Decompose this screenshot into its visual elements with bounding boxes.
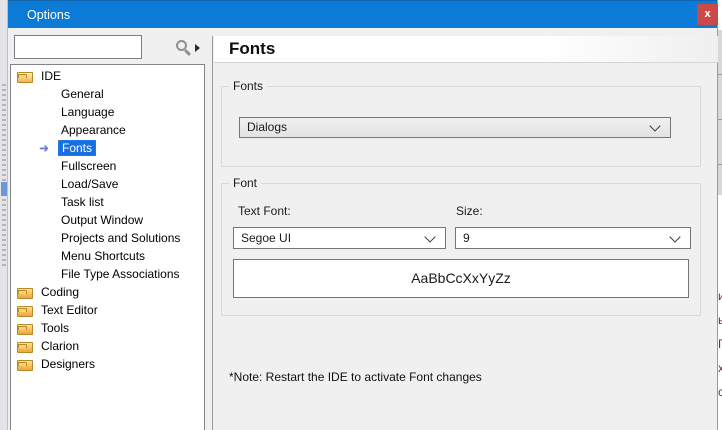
tree-item-label: Coding — [38, 284, 82, 300]
tree-item-label: Fullscreen — [58, 158, 119, 174]
panel-header: Fonts — [214, 36, 718, 63]
tree-item-label: Clarion — [38, 338, 82, 354]
font-groupbox-legend: Font — [229, 176, 261, 190]
tree-row[interactable]: Load/Save — [11, 175, 204, 193]
size-label: Size: — [456, 204, 483, 218]
folder-icon — [17, 360, 33, 371]
search-options-arrow-icon — [195, 44, 200, 52]
background-right-grid — [718, 30, 722, 195]
fonts-groupbox-legend: Fonts — [229, 79, 267, 93]
tree-row[interactable]: Designers — [11, 355, 204, 373]
folder-open-icon — [17, 72, 33, 83]
settings-panel: Fonts Fonts Dialogs Font Text Font: Size… — [212, 36, 718, 430]
background-window-right-sliver: и ь Г х с — [718, 0, 722, 430]
tree-row[interactable]: IDE — [11, 67, 204, 85]
chevron-down-icon — [669, 231, 680, 242]
tree-indent-spacer — [37, 267, 53, 281]
page-title: Fonts — [229, 39, 275, 59]
tree-row[interactable]: Menu Shortcuts — [11, 247, 204, 265]
folder-icon — [17, 324, 33, 335]
folder-icon — [17, 288, 33, 299]
tree-indent-spacer — [37, 105, 53, 119]
tree-item-label: IDE — [38, 68, 64, 84]
folder-icon — [17, 342, 33, 353]
tree-row[interactable]: Coding — [11, 283, 204, 301]
tree-indent-spacer — [37, 177, 53, 191]
font-groupbox: Font Text Font: Size: Segoe UI 9 AaBbCcX… — [221, 183, 701, 316]
tree-row[interactable]: Appearance — [11, 121, 204, 139]
tree-item-label: Language — [58, 104, 117, 120]
title-bar: Options — [8, 0, 717, 28]
tree-item-label: Fonts — [58, 140, 96, 156]
background-text-fragment: ь — [718, 308, 722, 332]
tree-item-label: Tools — [38, 320, 72, 336]
tree-item-label: Output Window — [58, 212, 146, 228]
chevron-down-icon — [649, 120, 660, 131]
window-title: Options — [27, 1, 70, 29]
font-category-value: Dialogs — [247, 120, 287, 134]
background-text-fragment: и — [718, 284, 722, 308]
tree-row[interactable]: Projects and Solutions — [11, 229, 204, 247]
tree-row[interactable]: File Type Associations — [11, 265, 204, 283]
text-font-label: Text Font: — [238, 204, 291, 218]
tree-row[interactable]: Tools — [11, 319, 204, 337]
tree-row[interactable]: Clarion — [11, 337, 204, 355]
magnifier-handle — [184, 49, 191, 56]
fonts-groupbox: Fonts Dialogs — [221, 86, 701, 167]
font-preview-text: AaBbCcXxYyZz — [411, 270, 511, 286]
tree-indent-spacer — [37, 87, 53, 101]
tree-item-label: General — [58, 86, 107, 102]
background-text-fragment: х — [718, 356, 722, 380]
search-input[interactable] — [14, 35, 142, 59]
tree-indent-spacer — [37, 231, 53, 245]
arrow-icon — [37, 141, 53, 155]
folder-icon — [17, 306, 33, 317]
screenshot-stage: и ь Г х с Options x — [0, 0, 722, 430]
search-button[interactable] — [174, 38, 204, 59]
font-size-value: 9 — [463, 231, 470, 245]
background-right-text-fragments: и ь Г х с — [718, 284, 722, 430]
font-category-select[interactable]: Dialogs — [239, 117, 671, 138]
options-dialog: Options x IDE General — [8, 0, 718, 430]
options-tree: IDE General Language Appearance — [10, 64, 205, 430]
tree-row[interactable]: General — [11, 85, 204, 103]
tree-row[interactable]: Task list — [11, 193, 204, 211]
background-left-blue-mark — [1, 182, 7, 196]
tree-row[interactable]: Output Window — [11, 211, 204, 229]
tree-item-label: Menu Shortcuts — [58, 248, 148, 264]
close-button[interactable]: x — [697, 4, 718, 25]
tree-item-label: Text Editor — [38, 302, 101, 318]
tree-item-label: Task list — [58, 194, 107, 210]
tree-indent-spacer — [37, 213, 53, 227]
text-font-select[interactable]: Segoe UI — [233, 227, 446, 249]
text-font-value: Segoe UI — [241, 231, 291, 245]
tree-item-label: Designers — [38, 356, 98, 372]
tree-indent-spacer — [37, 159, 53, 173]
tree-indent-spacer — [37, 123, 53, 137]
background-left-marks — [2, 84, 6, 266]
font-preview-box: AaBbCcXxYyZz — [233, 259, 689, 298]
tree-item-label: File Type Associations — [58, 266, 183, 282]
tree-indent-spacer — [37, 195, 53, 209]
tree-row-selected[interactable]: Fonts — [11, 139, 204, 157]
font-size-select[interactable]: 9 — [455, 227, 691, 249]
chevron-down-icon — [424, 231, 435, 242]
tree-indent-spacer — [37, 249, 53, 263]
tree-row[interactable]: Text Editor — [11, 301, 204, 319]
tree-item-label: Appearance — [58, 122, 129, 138]
tree-row[interactable]: Language — [11, 103, 204, 121]
tree-item-label: Load/Save — [58, 176, 121, 192]
background-text-fragment: с — [718, 380, 722, 404]
tree-item-label: Projects and Solutions — [58, 230, 183, 246]
background-text-fragment: Г — [718, 332, 722, 356]
background-window-left-sliver — [0, 0, 8, 430]
restart-note: *Note: Restart the IDE to activate Font … — [229, 370, 482, 384]
tree-row[interactable]: Fullscreen — [11, 157, 204, 175]
